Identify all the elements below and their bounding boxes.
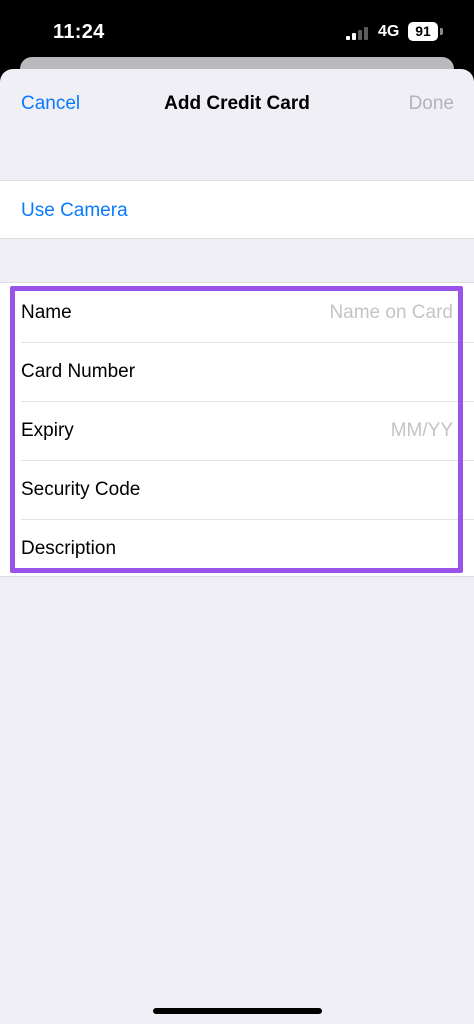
- status-time: 11:24: [53, 21, 105, 43]
- network-type: 4G: [378, 23, 400, 40]
- page-title: Add Credit Card: [164, 93, 310, 114]
- phone-screen: 11:24 4G 91 Cancel Add Credit Card Done …: [0, 0, 474, 1024]
- use-camera-button[interactable]: Use Camera: [21, 200, 128, 222]
- description-input[interactable]: [214, 519, 474, 578]
- navigation-bar: Cancel Add Credit Card Done: [0, 69, 474, 139]
- description-label: Description: [21, 538, 117, 559]
- cellular-signal-icon: [346, 26, 370, 40]
- name-input[interactable]: [214, 283, 474, 342]
- description-row[interactable]: Description: [0, 519, 474, 578]
- expiry-row[interactable]: Expiry: [0, 401, 474, 460]
- card-number-input[interactable]: [214, 342, 474, 401]
- done-button[interactable]: Done: [409, 93, 454, 115]
- security-code-row[interactable]: Security Code: [0, 460, 474, 519]
- home-indicator[interactable]: [153, 1008, 322, 1014]
- battery-icon: 91: [408, 22, 438, 41]
- security-code-input[interactable]: [214, 460, 474, 519]
- expiry-input[interactable]: [214, 401, 474, 460]
- add-credit-card-sheet: Cancel Add Credit Card Done Use Camera N…: [0, 69, 474, 1024]
- expiry-label: Expiry: [21, 420, 74, 441]
- name-row[interactable]: Name: [0, 283, 474, 342]
- card-number-row[interactable]: Card Number: [0, 342, 474, 401]
- battery-cap: [440, 28, 443, 35]
- security-code-label: Security Code: [21, 479, 141, 500]
- card-number-label: Card Number: [21, 361, 136, 382]
- card-details-form: Name Card Number Expiry Security Code De…: [0, 282, 474, 578]
- status-bar: 11:24 4G 91: [0, 0, 474, 62]
- camera-group: Use Camera: [0, 180, 474, 239]
- name-label: Name: [21, 302, 72, 323]
